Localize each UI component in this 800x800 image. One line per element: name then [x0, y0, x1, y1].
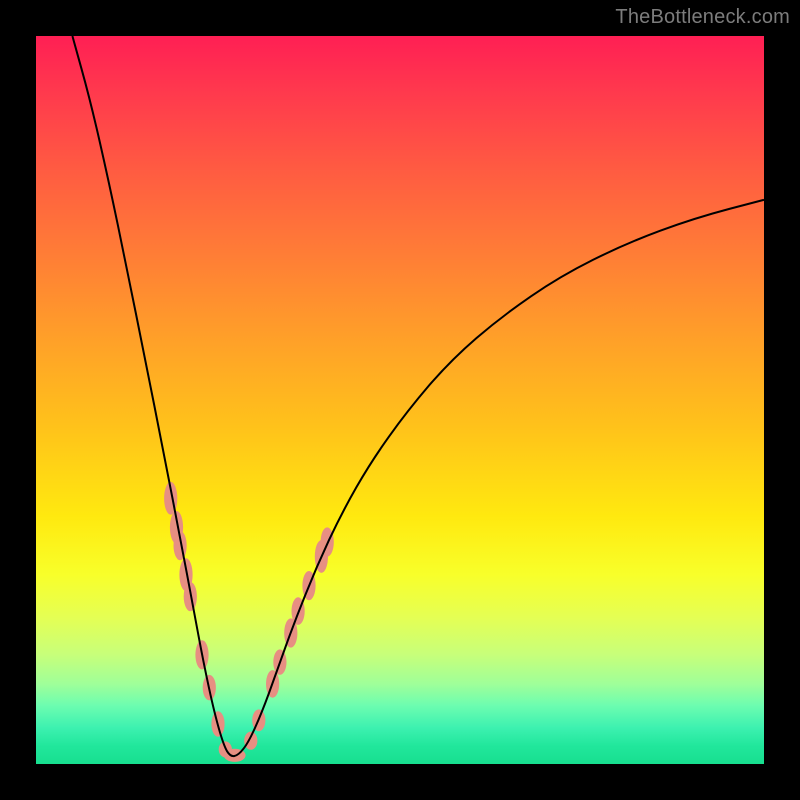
attribution-label: TheBottleneck.com [615, 6, 790, 29]
bottleneck-curve [72, 36, 764, 756]
curve-layer [36, 36, 764, 764]
plot-area [36, 36, 764, 764]
curve-marker [244, 732, 257, 750]
chart-frame: TheBottleneck.com [0, 0, 800, 800]
marker-group [164, 482, 334, 762]
